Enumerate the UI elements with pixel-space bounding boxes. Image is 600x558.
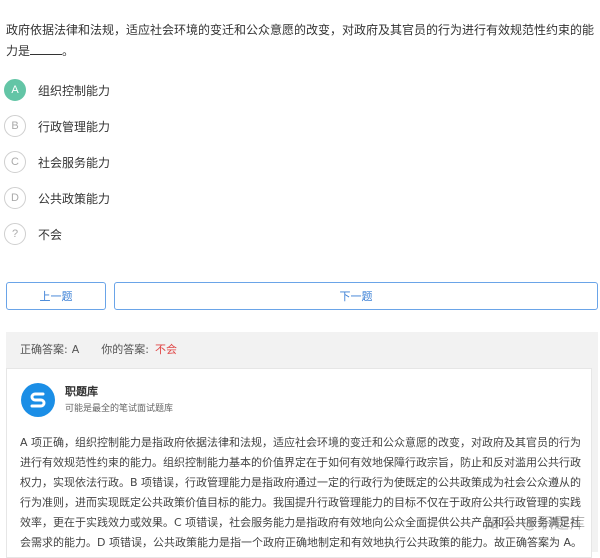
correct-answer-value: A <box>71 342 80 356</box>
question-text: 政府依据法律和法规，适应社会环境的变迁和公众意愿的改变，对政府及其官员的行为进行… <box>6 20 594 62</box>
option-list: A 组织控制能力 B 行政管理能力 C 社会服务能力 D 公共政策能力 ? 不会 <box>4 78 304 258</box>
answer-summary: 正确答案: A 你的答案: 不会 <box>6 332 598 366</box>
option-d[interactable]: D 公共政策能力 <box>4 186 304 210</box>
s-logo-icon <box>21 383 55 417</box>
answer-explanation: A 项正确，组织控制能力是指政府依据法律和法规，适应社会环境的变迁和公众意愿的改… <box>20 436 582 549</box>
option-c-badge: C <box>4 151 26 173</box>
option-c-label: 社会服务能力 <box>38 155 111 170</box>
option-a-badge: A <box>4 79 26 101</box>
answer-blank <box>30 41 63 55</box>
option-unknown-label: 不会 <box>38 227 63 242</box>
brand-name: 职题库 <box>65 384 98 398</box>
question-suffix: 。 <box>62 44 75 58</box>
brand-header: 职题库 可能是最全的笔试面试题库 <box>21 383 173 417</box>
option-b-label: 行政管理能力 <box>38 119 111 134</box>
your-answer-label: 你的答案: <box>101 343 149 356</box>
option-b[interactable]: B 行政管理能力 <box>4 114 304 138</box>
brand-subtitle: 可能是最全的笔试面试题库 <box>65 403 174 414</box>
question-navigation: 上一题 下一题 <box>6 282 598 310</box>
option-b-badge: B <box>4 115 26 137</box>
question-body: 政府依据法律和法规，适应社会环境的变迁和公众意愿的改变，对政府及其官员的行为进行… <box>6 23 595 58</box>
answer-panel: 正确答案: A 你的答案: 不会 职题库 可能是最全的笔试面试题库 A 项正确，… <box>6 332 598 558</box>
option-d-badge: D <box>4 187 26 209</box>
option-d-label: 公共政策能力 <box>38 191 111 206</box>
your-answer-value: 不会 <box>154 343 177 356</box>
option-unknown[interactable]: ? 不会 <box>4 222 304 246</box>
option-a[interactable]: A 组织控制能力 <box>4 78 304 102</box>
option-a-label: 组织控制能力 <box>38 83 111 98</box>
explanation-card: 职题库 可能是最全的笔试面试题库 A 项正确，组织控制能力是指政府依据法律和法规… <box>6 368 592 558</box>
next-question-button[interactable]: 下一题 <box>114 282 598 310</box>
option-c[interactable]: C 社会服务能力 <box>4 150 304 174</box>
prev-question-button[interactable]: 上一题 <box>6 282 106 310</box>
question-mark-icon: ? <box>4 223 26 245</box>
correct-answer-label: 正确答案: <box>20 343 68 356</box>
